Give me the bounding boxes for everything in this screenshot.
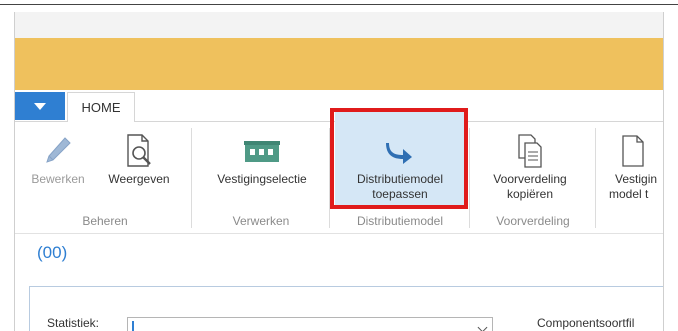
vestiging-model-label-line2: model t bbox=[609, 187, 649, 201]
chevron-down-icon bbox=[34, 102, 46, 110]
componentsoort-label: Componentsoortfil bbox=[537, 316, 635, 330]
accent-header-bar bbox=[15, 38, 663, 90]
statistiek-select[interactable] bbox=[127, 317, 493, 331]
group-label-beheren: Beheren bbox=[82, 214, 128, 228]
title-bar bbox=[15, 12, 663, 38]
pencil-icon bbox=[43, 130, 73, 172]
card-border-top bbox=[29, 286, 663, 287]
copy-documents-icon bbox=[514, 130, 546, 172]
voorverdeling-label-line2: kopiëren bbox=[506, 187, 554, 201]
group-separator bbox=[191, 128, 192, 228]
group-label-verwerken: Verwerken bbox=[232, 214, 290, 228]
page-title: (00) bbox=[37, 243, 68, 262]
vestiging-model-button[interactable]: Vestigin model t bbox=[609, 130, 663, 202]
document-icon bbox=[609, 130, 647, 172]
voorverdeling-kopieren-button[interactable]: Voorverdeling kopiëren bbox=[477, 130, 583, 202]
highlight-annotation-box bbox=[330, 108, 468, 209]
vestiging-model-label-line1: Vestigin bbox=[615, 172, 658, 186]
bewerken-button[interactable]: Bewerken bbox=[23, 130, 93, 187]
vestigingsselectie-label: Vestigingselectie bbox=[217, 172, 307, 186]
weergeven-label: Weergeven bbox=[108, 172, 170, 186]
app-menu-button[interactable] bbox=[15, 92, 65, 120]
vestigingsselectie-button[interactable]: Vestigingselectie bbox=[201, 130, 323, 187]
tab-home[interactable]: HOME bbox=[67, 92, 135, 123]
voorverdeling-label-line1: Voorverdeling bbox=[493, 172, 567, 186]
group-separator bbox=[595, 128, 596, 228]
group-label-voorverdeling: Voorverdeling bbox=[496, 214, 570, 228]
screenshot-top-border bbox=[0, 4, 678, 5]
card-border-left bbox=[29, 286, 30, 331]
statistiek-label: Statistiek: bbox=[47, 316, 100, 330]
bewerken-label: Bewerken bbox=[31, 172, 85, 186]
text-cursor bbox=[132, 321, 134, 331]
chevron-down-icon[interactable] bbox=[477, 322, 488, 331]
group-label-distributiemodel: Distributiemodel bbox=[356, 214, 444, 228]
store-icon bbox=[242, 130, 282, 172]
weergeven-button[interactable]: Weergeven bbox=[97, 130, 181, 187]
group-separator bbox=[469, 128, 470, 228]
document-magnifier-icon bbox=[122, 130, 156, 172]
